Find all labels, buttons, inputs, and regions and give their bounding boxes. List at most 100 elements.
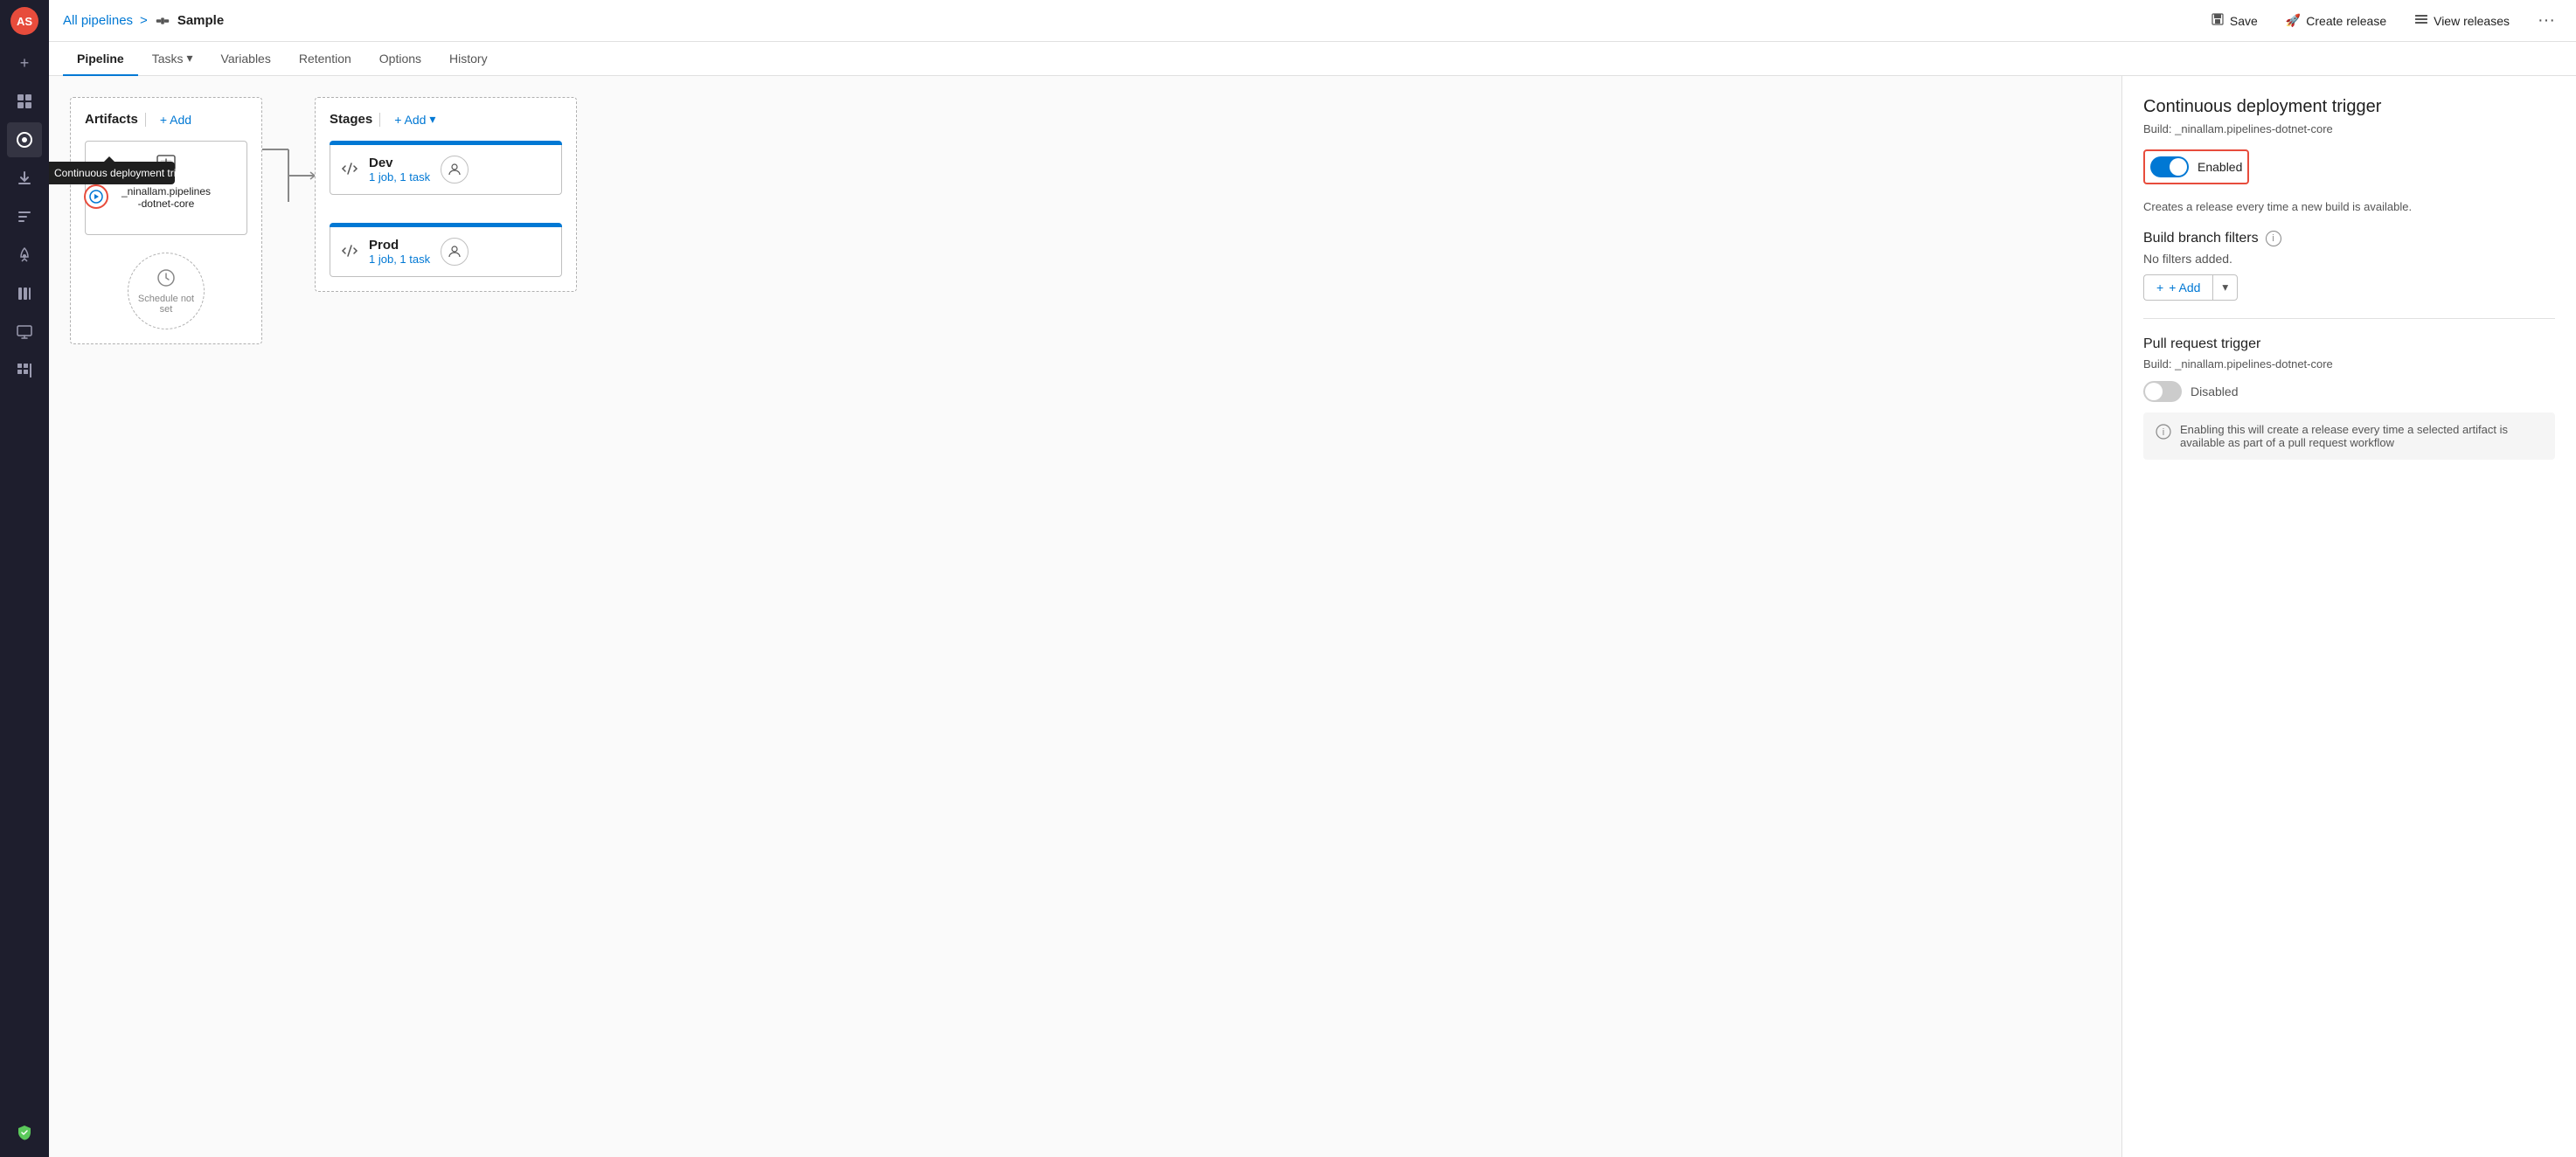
artifacts-header: Artifacts + Add (85, 112, 247, 127)
pipeline-icon[interactable] (7, 122, 42, 157)
panel-divider (2143, 318, 2555, 319)
grid-icon[interactable] (7, 353, 42, 388)
monitor-icon[interactable] (7, 315, 42, 350)
artifact-card[interactable]: _ninallam.pipelines -dotnet-core Continu… (85, 141, 247, 235)
sidebar: AS + (0, 0, 49, 1157)
pipeline-name: Sample (177, 13, 224, 28)
save-button[interactable]: Save (2204, 9, 2265, 32)
save-icon (2211, 12, 2225, 29)
cd-toggle-label: Enabled (2198, 160, 2242, 174)
add-filter-plus-icon: + (2156, 281, 2163, 294)
right-panel: Continuous deployment trigger Build: _ni… (2121, 76, 2576, 1157)
tab-tasks[interactable]: Tasks ▾ (138, 42, 207, 76)
build-branch-filters-section: Build branch filters i (2143, 231, 2555, 246)
add-filter-dropdown-button[interactable]: ▾ (2212, 274, 2238, 301)
tab-history[interactable]: History (435, 43, 502, 76)
pipeline-nav-icon (155, 13, 170, 29)
stage-dev-body: Dev 1 job, 1 task (330, 145, 479, 194)
stage-prod-body: Prod 1 job, 1 task (330, 227, 479, 276)
library-icon[interactable] (7, 276, 42, 311)
pr-toggle[interactable] (2143, 381, 2182, 402)
pr-toggle-knob (2145, 383, 2163, 400)
shield-icon[interactable] (7, 1115, 42, 1150)
cd-toggle-help: Creates a release every time a new build… (2143, 200, 2555, 213)
pr-info-icon: i (2156, 424, 2171, 442)
breadcrumb-sep: > (140, 13, 148, 28)
stage-dev-icon (341, 160, 358, 180)
stage-dev: Dev 1 job, 1 task (330, 141, 562, 195)
stage-prod-detail: 1 job, 1 task (369, 253, 430, 266)
tab-pipeline[interactable]: Pipeline (63, 43, 138, 76)
add-filter-row: + + Add ▾ (2143, 274, 2555, 301)
rocket-icon[interactable] (7, 238, 42, 273)
artifact-name: _ninallam.pipelines -dotnet-core (122, 185, 211, 210)
create-release-label: Create release (2306, 14, 2386, 28)
stage-prod-name: Prod (369, 238, 430, 253)
add-filter-label: + Add (2169, 281, 2200, 294)
tab-options[interactable]: Options (365, 43, 435, 76)
stage-prod: Prod 1 job, 1 task (330, 223, 562, 277)
stage-dev-detail: 1 job, 1 task (369, 170, 430, 184)
pipeline-layout: Artifacts + Add _ninallam.pipelines -dot… (70, 97, 2100, 344)
add-filter-button[interactable]: + + Add (2143, 274, 2212, 301)
pr-info-box: i Enabling this will create a release ev… (2143, 412, 2555, 460)
breadcrumb-link[interactable]: All pipelines (63, 13, 133, 28)
breadcrumb: All pipelines > Sample (63, 13, 224, 29)
stages-label: Stages (330, 112, 372, 127)
topbar-actions: Save 🚀 Create release View releases ··· (2204, 7, 2562, 34)
cd-toggle-row: Enabled (2143, 149, 2555, 191)
view-releases-icon (2414, 12, 2428, 29)
content-area: Artifacts + Add _ninallam.pipelines -dot… (49, 76, 2576, 1157)
view-releases-label: View releases (2434, 14, 2510, 28)
test-icon[interactable] (7, 199, 42, 234)
cd-toggle[interactable] (2150, 156, 2189, 177)
stages-add-button[interactable]: + Add ▾ (394, 112, 435, 127)
create-release-button[interactable]: 🚀 Create release (2279, 10, 2393, 31)
trigger-tooltip: Continuous deployment trigger (49, 162, 175, 184)
topbar: All pipelines > Sample Save 🚀 Create rel… (49, 0, 2576, 42)
stages-header: Stages + Add ▾ (330, 112, 562, 127)
schedule-label: Schedule not set (128, 294, 204, 315)
stage-dev-info: Dev 1 job, 1 task (369, 156, 430, 184)
pipeline-connector-svg (262, 97, 315, 254)
pr-toggle-label: Disabled (2191, 385, 2238, 398)
clock-icon (156, 268, 176, 290)
build-branch-filters-label: Build branch filters (2143, 231, 2259, 246)
pr-info-text: Enabling this will create a release ever… (2180, 423, 2543, 449)
tasks-dropdown-icon: ▾ (186, 51, 192, 66)
pr-subtitle: Build: _ninallam.pipelines-dotnet-core (2143, 357, 2555, 371)
create-release-icon: 🚀 (2286, 13, 2301, 28)
svg-text:i: i (2163, 427, 2164, 438)
stage-prod-person-button[interactable] (441, 238, 469, 266)
artifacts-add-button[interactable]: + Add (160, 113, 191, 127)
artifacts-section: Artifacts + Add _ninallam.pipelines -dot… (70, 97, 262, 344)
pr-trigger-title: Pull request trigger (2143, 336, 2555, 352)
artifacts-label: Artifacts (85, 112, 138, 127)
stages-add-dropdown-icon: ▾ (429, 112, 435, 127)
plus-icon[interactable]: + (7, 45, 42, 80)
dashboard-icon[interactable] (7, 84, 42, 119)
stage-prod-icon (341, 242, 358, 262)
schedule-card[interactable]: Schedule not set (128, 253, 205, 329)
toggle-knob (2170, 158, 2187, 176)
build-branch-filters-info-icon[interactable]: i (2266, 231, 2281, 246)
panel-title: Continuous deployment trigger (2143, 97, 2555, 117)
stages-section: Stages + Add ▾ (315, 97, 577, 292)
avatar: AS (10, 7, 38, 35)
stage-dev-card[interactable]: Dev 1 job, 1 task (330, 145, 562, 195)
panel-subtitle: Build: _ninallam.pipelines-dotnet-core (2143, 122, 2555, 135)
view-releases-button[interactable]: View releases (2407, 9, 2517, 32)
stages-list: Dev 1 job, 1 task (330, 141, 562, 277)
more-options-button[interactable]: ··· (2531, 7, 2562, 34)
tab-variables[interactable]: Variables (207, 43, 285, 76)
stage-dev-person-button[interactable] (441, 156, 469, 184)
main-content: All pipelines > Sample Save 🚀 Create rel… (49, 0, 2576, 1157)
nav-tabs: Pipeline Tasks ▾ Variables Retention Opt… (49, 42, 2576, 76)
stage-prod-card[interactable]: Prod 1 job, 1 task (330, 227, 562, 277)
stage-dev-name: Dev (369, 156, 430, 170)
connector-area (262, 97, 315, 254)
save-label: Save (2230, 14, 2258, 28)
deploy-icon[interactable] (7, 161, 42, 196)
tab-retention[interactable]: Retention (285, 43, 365, 76)
cd-trigger-button[interactable] (84, 184, 108, 209)
